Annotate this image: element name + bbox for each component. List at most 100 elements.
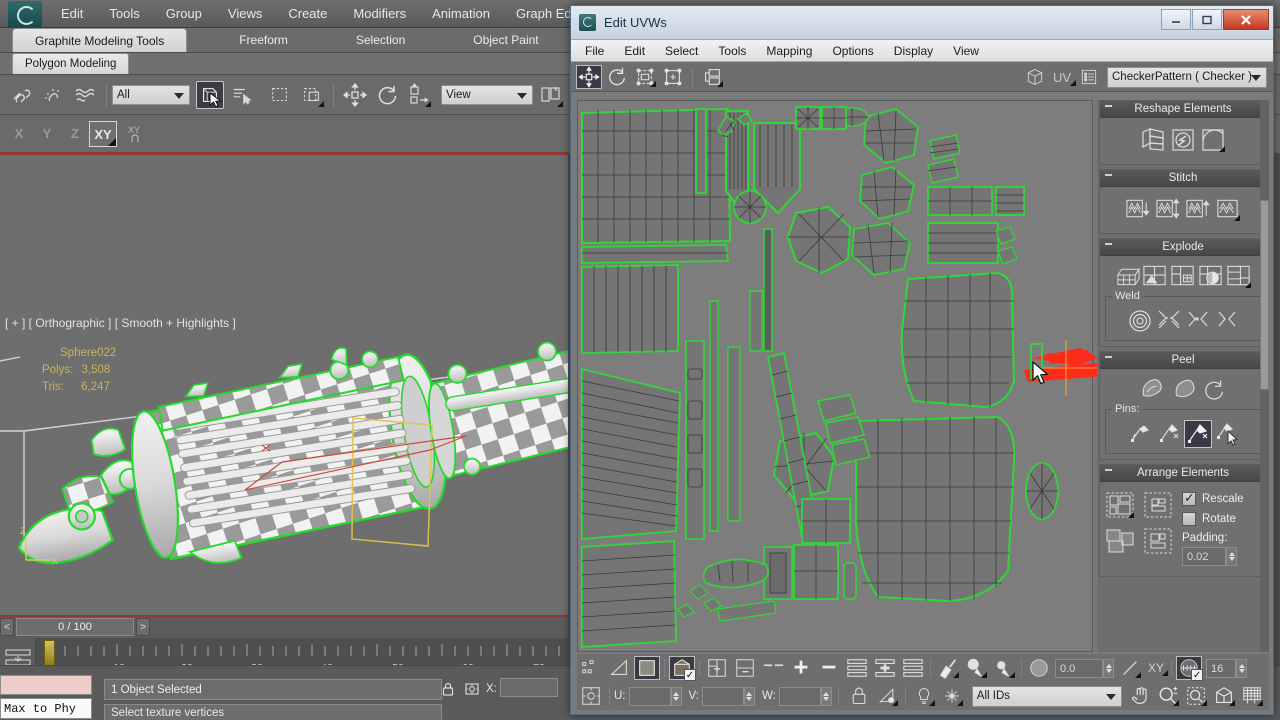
rollout-panel-scrollbar[interactable] xyxy=(1260,100,1269,652)
grid-snap-icon[interactable] xyxy=(760,656,786,680)
uvw-menu-mapping[interactable]: Mapping xyxy=(756,40,822,62)
tab-graphite-modeling-tools[interactable]: Graphite Modeling Tools xyxy=(12,28,188,52)
snap-icon[interactable] xyxy=(939,684,965,708)
pack-uv-icon[interactable] xyxy=(1142,490,1174,520)
uv-move-tool-icon[interactable] xyxy=(576,64,602,89)
rotate-icon[interactable] xyxy=(373,81,401,109)
grid-spacing-icon[interactable]: ✓ xyxy=(1176,656,1204,681)
select-object-icon[interactable] xyxy=(196,80,224,109)
relax-icon[interactable] xyxy=(71,81,99,109)
vertex-sub-icon[interactable] xyxy=(578,656,604,680)
zoom-extents-selected-icon[interactable] xyxy=(1239,684,1265,708)
attach-list-icon[interactable] xyxy=(39,81,67,109)
uvw-menu-options[interactable]: Options xyxy=(822,40,883,62)
weld-shared-icon[interactable] xyxy=(1184,307,1212,335)
collapse-icon-stitch[interactable] xyxy=(1105,174,1112,176)
coordinate-system-combo[interactable]: View xyxy=(441,84,533,105)
explode-icon[interactable] xyxy=(1113,262,1141,290)
menu-group[interactable]: Group xyxy=(153,0,215,28)
menu-edit[interactable]: Edit xyxy=(48,0,96,28)
show-map-in-viewport-icon[interactable] xyxy=(1022,65,1048,89)
collapse-icon-reshape[interactable] xyxy=(1105,105,1112,107)
w-field[interactable] xyxy=(778,686,821,706)
minus-icon[interactable] xyxy=(816,656,842,680)
u-field[interactable] xyxy=(628,686,671,706)
face-sub-icon[interactable] xyxy=(634,656,660,680)
timeline-frame-readout[interactable]: 0 / 100 xyxy=(16,618,134,636)
pack-tight-icon[interactable] xyxy=(1142,526,1174,556)
maximize-button[interactable] xyxy=(1192,9,1222,30)
stitch-up-icon[interactable] xyxy=(1184,195,1212,223)
stack-icon[interactable] xyxy=(844,656,870,680)
lock-selection-icon[interactable] xyxy=(440,681,456,700)
weld-selected-icon[interactable] xyxy=(1155,307,1183,335)
uvw-menu-select[interactable]: Select xyxy=(655,40,708,62)
minimize-button[interactable] xyxy=(1161,9,1191,30)
filter-icon[interactable] xyxy=(874,684,900,708)
tab-object-paint[interactable]: Object Paint xyxy=(451,28,560,52)
uv-edit-canvas[interactable] xyxy=(577,100,1093,652)
grid-size-spinner[interactable] xyxy=(1236,658,1248,678)
weld-split-icon[interactable] xyxy=(1213,307,1241,335)
lock-icon[interactable] xyxy=(846,684,872,708)
rollout-panel-scroll-thumb[interactable] xyxy=(1260,200,1269,390)
explode-face-icon[interactable] xyxy=(1197,262,1225,290)
uv-rotate-tool-icon[interactable] xyxy=(604,65,630,89)
rollout-header-stitch[interactable]: Stitch xyxy=(1100,170,1266,187)
filter-selected-faces-icon[interactable] xyxy=(704,656,730,680)
attach-icon[interactable] xyxy=(7,81,35,109)
pin-icon[interactable] xyxy=(1126,420,1154,448)
pin-selected-icon[interactable] xyxy=(1183,420,1212,448)
stack-plus-icon[interactable] xyxy=(872,656,898,680)
reset-peel-icon[interactable] xyxy=(1201,375,1229,403)
menu-create[interactable]: Create xyxy=(275,0,340,28)
zoom-extents-icon[interactable] xyxy=(1211,684,1237,708)
paint-select-icon[interactable] xyxy=(935,656,961,680)
plus-icon[interactable] xyxy=(788,656,814,680)
move-icon[interactable] xyxy=(341,81,369,109)
v-spinner[interactable] xyxy=(743,686,755,706)
explode-custom-icon[interactable] xyxy=(1225,262,1253,290)
pack-normalize-icon[interactable] xyxy=(1104,490,1136,520)
unpin-icon[interactable] xyxy=(1155,420,1183,448)
relax-icon[interactable] xyxy=(1169,126,1197,154)
soft-sel-icon[interactable] xyxy=(963,656,989,680)
selection-filter-combo[interactable]: All xyxy=(112,84,190,105)
rollout-header-explode[interactable]: Explode xyxy=(1100,239,1266,256)
axis-constraint-y[interactable]: Y xyxy=(33,121,61,147)
padding-field[interactable]: 0.02 xyxy=(1182,547,1226,566)
timeline-prev-button[interactable]: < xyxy=(0,618,14,636)
w-spinner[interactable] xyxy=(820,686,832,706)
uvw-rollout-panel[interactable]: Reshape Elements Stitch Explode Weld Pee… xyxy=(1097,100,1269,652)
zoom-icon[interactable] xyxy=(1155,684,1181,708)
stitch-down-icon[interactable] xyxy=(1124,195,1152,223)
stitch-both-icon[interactable] xyxy=(1154,195,1182,223)
menu-animation[interactable]: Animation xyxy=(419,0,503,28)
rotate-option-row[interactable]: Rotate xyxy=(1182,512,1244,526)
edge-sub-icon[interactable] xyxy=(606,656,632,680)
soft-sel-2-icon[interactable] xyxy=(991,656,1017,680)
rotate-checkbox[interactable] xyxy=(1182,512,1196,526)
coord-x-field[interactable] xyxy=(500,678,558,697)
uv-channel-label[interactable]: UV xyxy=(1053,70,1076,86)
edit-uvws-titlebar[interactable]: Edit UVWs xyxy=(571,6,1273,40)
texture-dropdown[interactable]: CheckerPattern ( Checker ) xyxy=(1107,66,1267,88)
menu-tools[interactable]: Tools xyxy=(96,0,152,28)
stitch-custom-icon[interactable] xyxy=(1214,195,1242,223)
detach-icon[interactable] xyxy=(1169,262,1197,290)
collapse-icon-peel[interactable] xyxy=(1105,356,1112,358)
peel-mode-icon[interactable] xyxy=(1199,126,1227,154)
soft-selection-falloff-icon[interactable] xyxy=(1026,656,1052,680)
axis-constraint-xy[interactable]: XY xyxy=(89,121,117,147)
close-button[interactable] xyxy=(1223,9,1269,30)
uvw-menu-view[interactable]: View xyxy=(943,40,989,62)
grid-size-field[interactable]: 16 xyxy=(1206,658,1237,678)
edge-distance-icon[interactable] xyxy=(1117,656,1143,680)
axis-constraint-z[interactable]: Z xyxy=(61,121,89,147)
uv-freeform-tool-icon[interactable] xyxy=(660,65,686,89)
pan-icon[interactable] xyxy=(1127,684,1153,708)
uvw-menu-tools[interactable]: Tools xyxy=(708,40,756,62)
collapse-icon-arrange[interactable] xyxy=(1105,469,1112,471)
menu-modifiers[interactable]: Modifiers xyxy=(340,0,419,28)
zoom-region-icon[interactable] xyxy=(1183,684,1209,708)
